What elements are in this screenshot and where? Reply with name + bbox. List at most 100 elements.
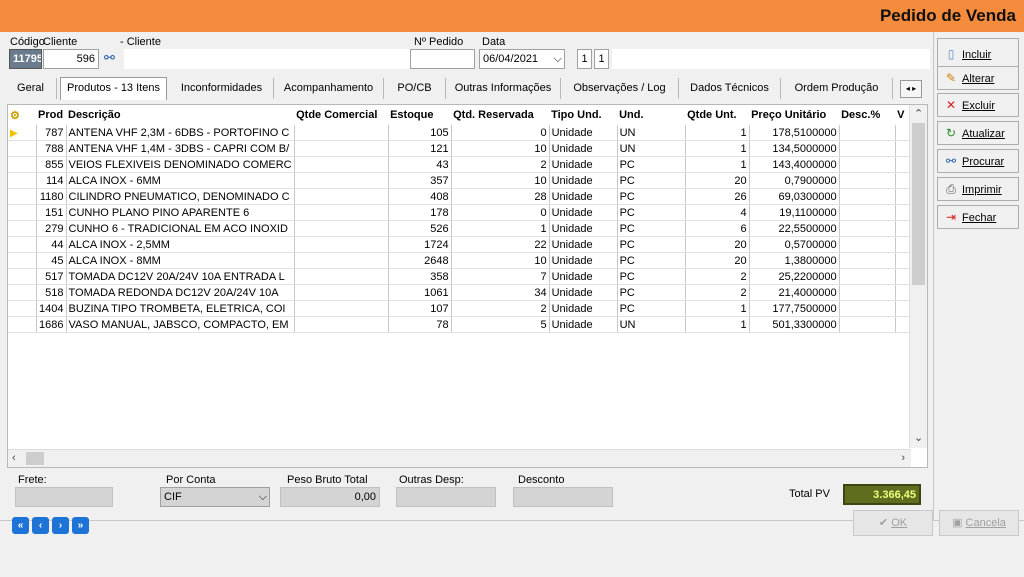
table-cell[interactable]: 1	[685, 140, 750, 157]
table-cell[interactable]: 20	[685, 172, 750, 189]
procurar-button[interactable]: ⚯ Procurar	[937, 149, 1019, 173]
table-cell[interactable]: 134,5000000	[749, 140, 840, 157]
peso-field[interactable]: 0,00	[280, 487, 380, 507]
row-indicator[interactable]	[8, 252, 37, 269]
npedido-field[interactable]	[410, 49, 475, 69]
table-cell[interactable]: Unidade	[549, 300, 618, 317]
table-cell[interactable]: VASO MANUAL, JABSCO, COMPACTO, EM	[66, 316, 295, 333]
previous-record-button[interactable]: ‹	[32, 517, 49, 534]
row-indicator[interactable]	[8, 156, 37, 173]
table-cell[interactable]: PC	[617, 268, 686, 285]
table-cell[interactable]: 1686	[36, 316, 67, 333]
table-cell[interactable]: PC	[617, 156, 686, 173]
table-cell[interactable]	[294, 236, 389, 253]
chevron-down-icon[interactable]: ⌵	[554, 50, 562, 68]
table-cell[interactable]: 78	[388, 316, 452, 333]
table-row[interactable]: 114 ALCA INOX - 6MM 357 10 Unidade PC 20 0,7900…	[8, 172, 913, 189]
table-cell[interactable]: CUNHO PLANO PINO APARENTE 6	[66, 204, 295, 221]
table-cell[interactable]	[839, 156, 896, 173]
frete-field[interactable]	[15, 487, 113, 507]
table-cell[interactable]: 4	[685, 204, 750, 221]
table-cell[interactable]	[839, 268, 896, 285]
row-indicator[interactable]	[8, 204, 37, 221]
table-cell[interactable]	[294, 252, 389, 269]
table-cell[interactable]: Unidade	[549, 125, 618, 141]
table-row[interactable]: 1404 BUZINA TIPO TROMBETA, ELETRICA, COI 1…	[8, 300, 913, 317]
table-cell[interactable]: 7	[451, 268, 550, 285]
table-cell[interactable]: PC	[617, 300, 686, 317]
table-cell[interactable]: ANTENA VHF 1,4M - 3DBS - CAPRI COM B/	[66, 140, 295, 157]
table-cell[interactable]: Unidade	[549, 156, 618, 173]
tab-acompanhamento[interactable]: Acompanhamento	[274, 78, 384, 99]
tab-scroll-arrows[interactable]: ◂ ▸	[900, 80, 922, 98]
table-cell[interactable]: PC	[617, 284, 686, 301]
ok-button[interactable]: ✔ OK	[853, 510, 933, 536]
table-cell[interactable]: 1404	[36, 300, 67, 317]
table-cell[interactable]: 358	[388, 268, 452, 285]
table-cell[interactable]: Unidade	[549, 220, 618, 237]
row-indicator[interactable]	[8, 268, 37, 285]
table-cell[interactable]: 787	[36, 125, 67, 141]
table-cell[interactable]: Unidade	[549, 204, 618, 221]
table-cell[interactable]: 107	[388, 300, 452, 317]
table-cell[interactable]: 279	[36, 220, 67, 237]
table-cell[interactable]: 25,2200000	[749, 268, 840, 285]
table-cell[interactable]: 0,7900000	[749, 172, 840, 189]
table-cell[interactable]	[294, 140, 389, 157]
tab-inconformidades[interactable]: Inconformidades	[170, 78, 274, 99]
col-qtd-reservada[interactable]: Qtd. Reservada	[451, 105, 550, 125]
table-cell[interactable]: 20	[685, 252, 750, 269]
scroll-up-icon[interactable]: ⌃	[914, 107, 923, 120]
table-cell[interactable]	[294, 284, 389, 301]
table-cell[interactable]: 19,1100000	[749, 204, 840, 221]
col-prod[interactable]: Prod	[36, 105, 66, 125]
row-indicator-icon[interactable]: ▶	[8, 125, 37, 141]
col-tipo-und[interactable]: Tipo Und.	[549, 105, 618, 125]
table-cell[interactable]: 2	[685, 284, 750, 301]
row-indicator[interactable]	[8, 316, 37, 333]
table-cell[interactable]	[294, 268, 389, 285]
table-cell[interactable]: 5	[451, 316, 550, 333]
col-qtde-comercial[interactable]: Qtde Comercial	[294, 105, 389, 125]
table-cell[interactable]: 0,5700000	[749, 236, 840, 253]
table-cell[interactable]: BUZINA TIPO TROMBETA, ELETRICA, COI	[66, 300, 295, 317]
table-cell[interactable]: 2	[451, 156, 550, 173]
table-cell[interactable]: 45	[36, 252, 67, 269]
table-cell[interactable]: PC	[617, 252, 686, 269]
table-cell[interactable]: 6	[685, 220, 750, 237]
table-cell[interactable]: ALCA INOX - 6MM	[66, 172, 295, 189]
next-record-button[interactable]: ›	[52, 517, 69, 534]
table-cell[interactable]: 114	[36, 172, 67, 189]
col-preco-unitario[interactable]: Preço Unitário	[749, 105, 840, 125]
scroll-down-icon[interactable]: ⌄	[914, 431, 923, 444]
table-cell[interactable]: PC	[617, 204, 686, 221]
vertical-scrollbar[interactable]: ⌃ ⌄	[909, 105, 927, 448]
table-cell[interactable]: 22	[451, 236, 550, 253]
row-indicator[interactable]	[8, 172, 37, 189]
imprimir-button[interactable]: ⎙ Imprimir	[937, 177, 1019, 201]
table-cell[interactable]: 178	[388, 204, 452, 221]
table-cell[interactable]: TOMADA REDONDA DC12V 20A/24V 10A	[66, 284, 295, 301]
table-cell[interactable]: 1	[451, 220, 550, 237]
codigo-field[interactable]: 11795	[9, 49, 42, 69]
table-cell[interactable]: 26	[685, 188, 750, 205]
col-desc[interactable]: Desc.%	[839, 105, 896, 125]
data-field[interactable]: 06/04/2021 ⌵	[479, 49, 565, 69]
table-row[interactable]: 45 ALCA INOX - 8MM 2648 10 Unidade PC 20 1,3800…	[8, 252, 913, 269]
table-cell[interactable]: 44	[36, 236, 67, 253]
tab-po-cb[interactable]: PO/CB	[384, 78, 446, 99]
last-record-button[interactable]: »	[72, 517, 89, 534]
table-cell[interactable]: 105	[388, 125, 452, 141]
table-cell[interactable]: 151	[36, 204, 67, 221]
desconto-field[interactable]	[513, 487, 613, 507]
tab-observacoes-log[interactable]: Observações / Log	[561, 78, 679, 99]
fechar-button[interactable]: ⇥ Fechar	[937, 205, 1019, 229]
table-cell[interactable]: 408	[388, 188, 452, 205]
row-indicator[interactable]	[8, 220, 37, 237]
row-indicator[interactable]	[8, 284, 37, 301]
table-cell[interactable]: 517	[36, 268, 67, 285]
table-cell[interactable]: 143,4000000	[749, 156, 840, 173]
table-cell[interactable]: 10	[451, 172, 550, 189]
atualizar-button[interactable]: ↻ Atualizar	[937, 121, 1019, 145]
table-row[interactable]: 1686 VASO MANUAL, JABSCO, COMPACTO, EM 78 5…	[8, 316, 913, 333]
